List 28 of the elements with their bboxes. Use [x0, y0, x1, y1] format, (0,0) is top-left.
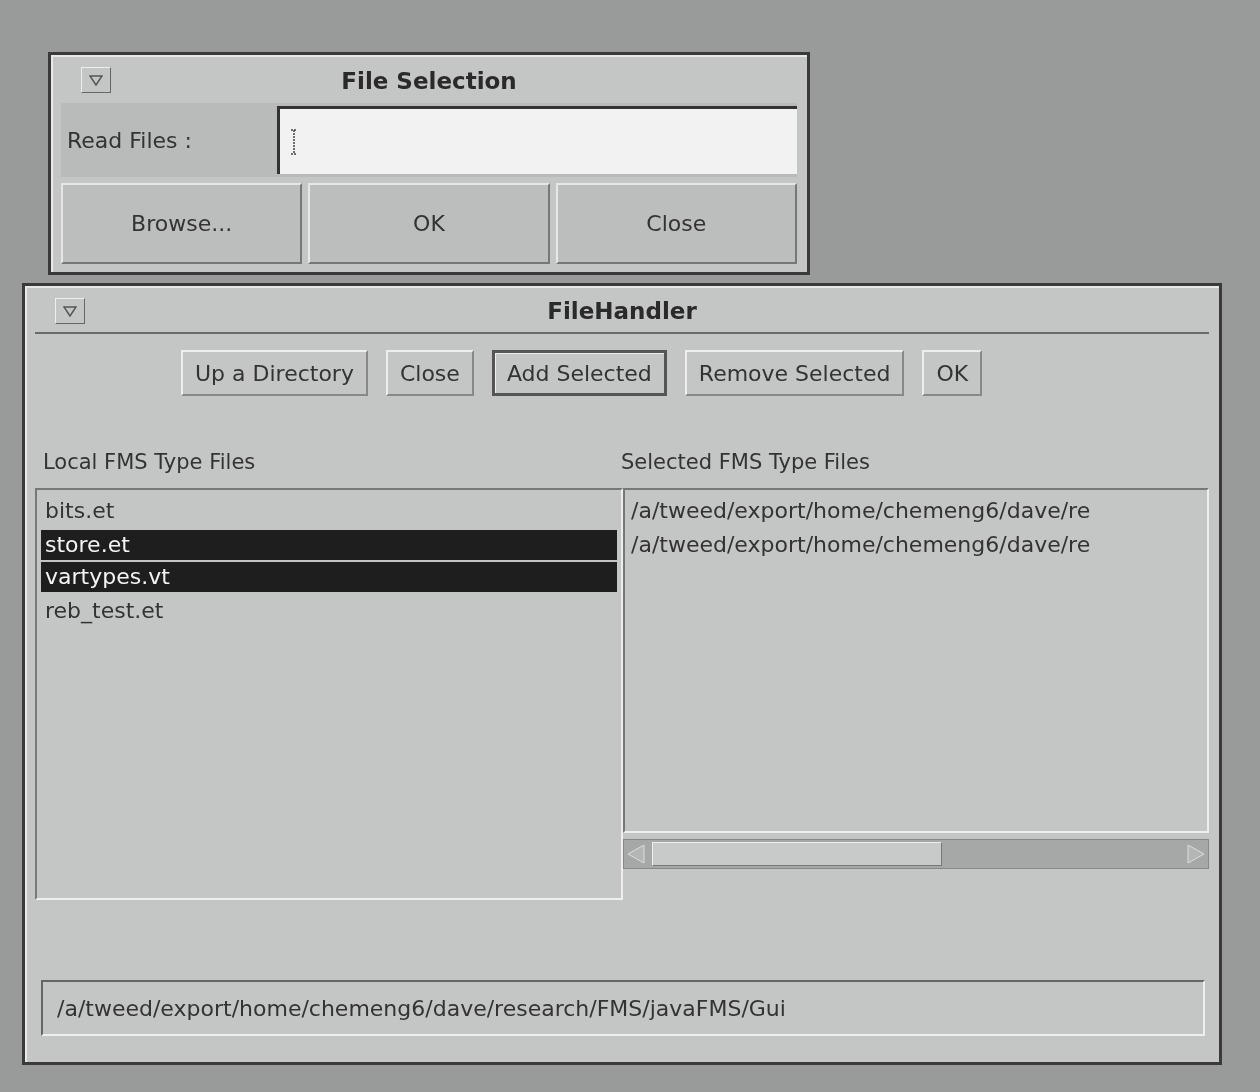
file-list-item[interactable]: vartypes.vt	[41, 562, 617, 592]
dialog-button[interactable]: Browse...	[61, 183, 303, 264]
triangle-icon	[63, 305, 77, 317]
list-label: Selected FMS Type Files	[621, 450, 870, 474]
file-list-item[interactable]: store.et	[41, 530, 617, 560]
toolbar-button[interactable]: Remove Selected	[684, 350, 905, 396]
path-field[interactable]: /a/tweed/export/home/chemeng6/dave/research/FMS/javaFMS/Gui	[41, 980, 1205, 1036]
file-list-item[interactable]: bits.et	[41, 494, 617, 528]
toolbar-button[interactable]: Close	[385, 350, 474, 396]
window-menu-button[interactable]	[81, 67, 111, 93]
read-files-field[interactable]	[277, 106, 797, 174]
window-menu-button[interactable]	[55, 298, 85, 324]
dialog-button[interactable]: OK	[308, 183, 550, 264]
text-cursor-icon	[290, 128, 298, 155]
list-label: Local FMS Type Files	[42, 450, 257, 474]
toolbar-button[interactable]: OK	[922, 350, 983, 396]
field-label: Read Files :	[66, 127, 193, 153]
file-list-item[interactable]: /a/tweed/export/home/chemeng6/dave/re	[631, 494, 1201, 528]
window-title: FileHandler	[547, 298, 697, 324]
horizontal-scrollbar[interactable]	[623, 839, 1209, 869]
window-title: File Selection	[341, 68, 517, 94]
file-list-item[interactable]: /a/tweed/export/home/chemeng6/dave/re	[631, 528, 1201, 562]
toolbar-button[interactable]: Up a Directory	[181, 350, 368, 396]
triangle-icon	[89, 74, 103, 86]
toolbar-button[interactable]: Add Selected	[491, 350, 667, 396]
dialog-button[interactable]: Close	[555, 183, 797, 264]
file-list-item[interactable]: reb_test.et	[41, 594, 617, 628]
scrollbar-thumb[interactable]	[652, 842, 942, 866]
